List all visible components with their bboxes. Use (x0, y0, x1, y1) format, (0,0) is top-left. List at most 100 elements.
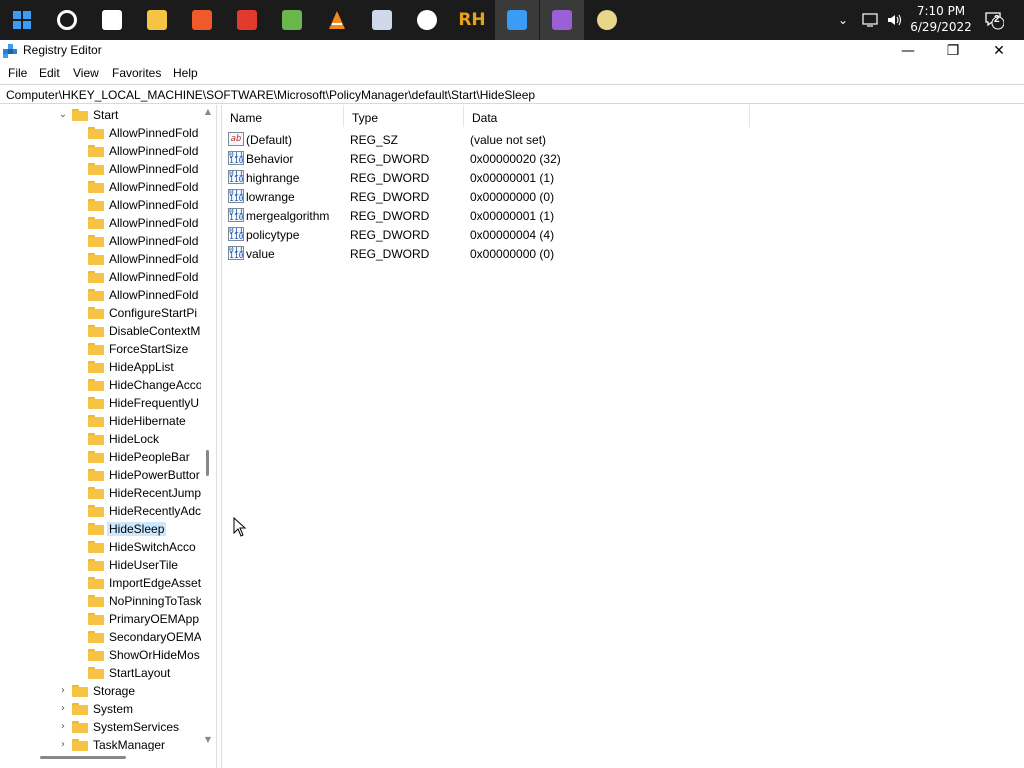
menu-file[interactable]: File (8, 66, 27, 80)
table-row[interactable]: 011 110 mergealgorithm REG_DWORD 0x00000001 … (222, 206, 752, 225)
column-header-data[interactable]: Data (464, 105, 750, 127)
table-row[interactable]: 011 110 lowrange REG_DWORD 0x00000000 (0) (222, 187, 752, 206)
folder-icon (88, 325, 104, 337)
taskbar-button[interactable] (135, 0, 179, 40)
value-name: mergealgorithm (246, 209, 330, 223)
tree-item[interactable]: HideRecentJump (0, 484, 201, 502)
folder-icon (88, 415, 104, 427)
taskbar-button[interactable] (225, 0, 269, 40)
tree-item[interactable]: › Storage (0, 682, 200, 700)
tree-item[interactable]: AllowPinnedFold (0, 286, 200, 304)
tree-item[interactable]: HideUserTile (0, 556, 200, 574)
tree-item[interactable]: HideSwitchAcco (0, 538, 200, 556)
tree-item[interactable]: StartLayout (0, 664, 200, 682)
values-list[interactable]: Name Type Data ab (Default) REG_SZ (value n… (221, 105, 1024, 768)
taskbar-button[interactable] (0, 0, 44, 40)
tray-overflow-chevron-icon[interactable]: ⌄ (838, 0, 848, 40)
tree-item[interactable]: AllowPinnedFold (0, 142, 200, 160)
notifications-icon[interactable]: 2 (984, 0, 1004, 40)
menu-edit[interactable]: Edit (39, 66, 60, 80)
scroll-up-arrow-icon[interactable]: ▲ (203, 107, 213, 116)
taskbar-button[interactable] (495, 0, 539, 40)
address-path[interactable]: Computer\HKEY_LOCAL_MACHINE\SOFTWARE\Mic… (6, 88, 535, 102)
table-row[interactable]: 011 110 policytype REG_DWORD 0x00000004 (4) (222, 225, 752, 244)
maximize-button[interactable]: ❐ (930, 40, 976, 62)
tree-vertical-scrollbar[interactable]: ▲ ▼ (201, 105, 215, 750)
menu-favorites[interactable]: Favorites (112, 66, 161, 80)
taskbar-button[interactable] (360, 0, 404, 40)
tree-item[interactable]: PrimaryOEMApp (0, 610, 200, 628)
folder-icon (72, 739, 88, 751)
taskbar-clock[interactable]: 7:10 PM 6/29/2022 (900, 3, 982, 35)
tree-item[interactable]: HideRecentlyAdc (0, 502, 201, 520)
taskbar-button[interactable] (405, 0, 449, 40)
table-row[interactable]: 011 110 value REG_DWORD 0x00000000 (0) (222, 244, 752, 263)
taskbar-button[interactable] (45, 0, 89, 40)
table-row[interactable]: 011 110 Behavior REG_DWORD 0x00000020 (32) (222, 149, 752, 168)
tree-item-label: ShowOrHideMos (109, 648, 200, 662)
tree-item[interactable]: HidePowerButtor (0, 466, 200, 484)
tree-item[interactable]: NoPinningToTask (0, 592, 202, 610)
value-type: REG_DWORD (350, 209, 430, 223)
tree-item[interactable]: HideAppList (0, 358, 200, 376)
tree-item-label: HidePeopleBar (109, 450, 190, 464)
close-button[interactable]: ✕ (976, 40, 1022, 62)
address-bar[interactable]: Computer\HKEY_LOCAL_MACHINE\SOFTWARE\Mic… (0, 84, 1024, 104)
folder-icon (72, 685, 88, 697)
tree-item[interactable]: ShowOrHideMos (0, 646, 200, 664)
column-header-name[interactable]: Name (222, 105, 344, 127)
tree-item[interactable]: › SystemServices (0, 718, 200, 736)
chevron-right-icon[interactable]: › (57, 683, 69, 699)
tree-item[interactable]: HideHibernate (0, 412, 200, 430)
scroll-thumb[interactable] (206, 450, 209, 476)
tree-item[interactable]: AllowPinnedFold (0, 214, 200, 232)
tree-item[interactable]: ForceStartSize (0, 340, 200, 358)
table-row[interactable]: 011 110 highrange REG_DWORD 0x00000001 (1) (222, 168, 752, 187)
value-type: REG_DWORD (350, 247, 430, 261)
tree-item[interactable]: HideChangeAcco (0, 376, 202, 394)
tree-item[interactable]: ConfigureStartPi (0, 304, 200, 322)
menu-help[interactable]: Help (173, 66, 198, 80)
tree-item[interactable]: AllowPinnedFold (0, 124, 200, 142)
taskbar-button[interactable] (270, 0, 314, 40)
chevron-right-icon[interactable]: › (57, 701, 69, 717)
taskbar-button[interactable]: RH (450, 0, 494, 40)
tree-item-label: NoPinningToTask (109, 594, 202, 608)
chevron-right-icon[interactable]: › (57, 719, 69, 735)
tree-item[interactable]: AllowPinnedFold (0, 196, 200, 214)
tree-item[interactable]: SecondaryOEMA (0, 628, 202, 646)
tree-item[interactable]: HidePeopleBar (0, 448, 200, 466)
column-header-type[interactable]: Type (344, 105, 464, 127)
table-row[interactable]: ab (Default) REG_SZ (value not set) (222, 130, 752, 149)
tree-item[interactable]: AllowPinnedFold (0, 160, 200, 178)
tree-item[interactable]: AllowPinnedFold (0, 178, 200, 196)
minimize-button[interactable]: — (885, 40, 931, 62)
tree-item[interactable]: › System (0, 700, 200, 718)
tree-item[interactable]: HideSleep (0, 520, 200, 538)
value-data: 0x00000001 (1) (470, 209, 555, 223)
tree-item[interactable]: AllowPinnedFold (0, 250, 200, 268)
tree-item-label: StartLayout (109, 666, 171, 680)
network-icon[interactable] (862, 0, 880, 40)
menu-view[interactable]: View (73, 66, 99, 80)
taskbar-button[interactable] (585, 0, 629, 40)
tree-item[interactable]: DisableContextM (0, 322, 200, 340)
tree-item-start[interactable]: ⌄ Start (0, 106, 200, 124)
chevron-down-icon[interactable]: ⌄ (57, 107, 69, 123)
taskbar-button[interactable] (540, 0, 584, 40)
start-icon (10, 8, 34, 32)
key-tree[interactable]: ⌄ Start AllowPinnedFold AllowPinnedFold Al… (0, 105, 217, 768)
taskbar-button[interactable] (315, 0, 359, 40)
taskbar-button[interactable] (180, 0, 224, 40)
taskbar-button[interactable] (90, 0, 134, 40)
tree-horizontal-scrollbar[interactable] (0, 751, 215, 763)
scroll-down-arrow-icon[interactable]: ▼ (203, 735, 213, 744)
folder-icon (88, 523, 104, 535)
tree-item[interactable]: HideLock (0, 430, 200, 448)
tree-item[interactable]: ImportEdgeAsset (0, 574, 201, 592)
scroll-thumb-horizontal[interactable] (40, 756, 126, 759)
tree-item[interactable]: AllowPinnedFold (0, 232, 200, 250)
tree-item[interactable]: HideFrequentlyU (0, 394, 200, 412)
tree-item[interactable]: AllowPinnedFold (0, 268, 200, 286)
tree-item-label: AllowPinnedFold (109, 198, 199, 212)
